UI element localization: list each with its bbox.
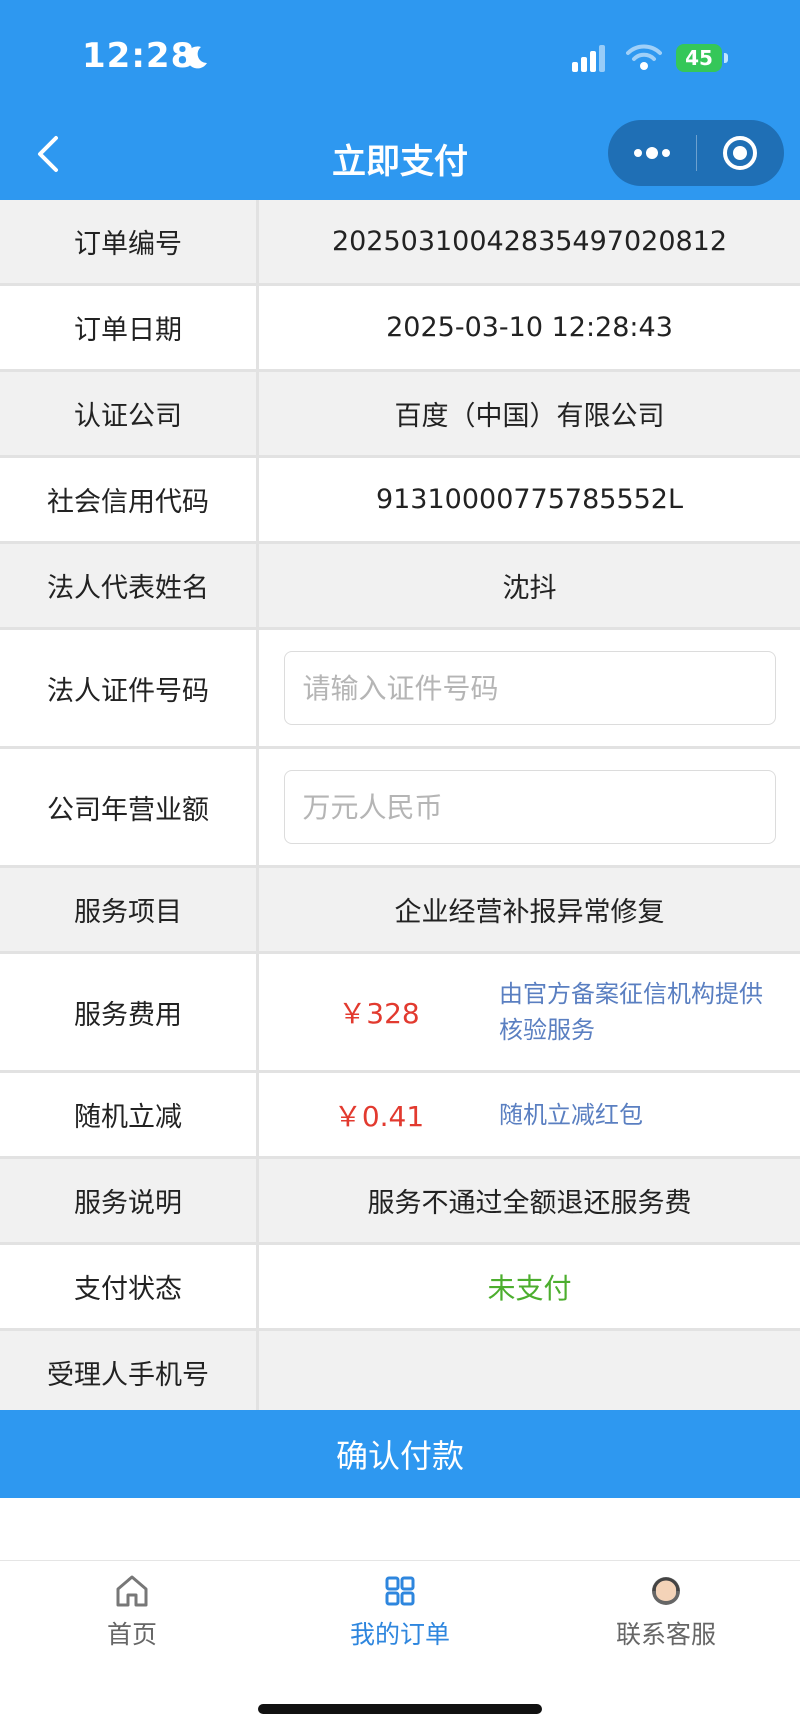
mini-program-capsule <box>608 120 784 186</box>
row-handler-phone: 受理人手机号 <box>0 1331 800 1413</box>
row-service-item: 服务项目 企业经营补报异常修复 <box>0 868 800 954</box>
row-label: 服务说明 <box>0 1159 259 1242</box>
wifi-icon <box>626 44 662 70</box>
row-label: 公司年营业额 <box>0 749 259 865</box>
battery-indicator: 45 <box>676 44 722 72</box>
random-discount-note: 随机立减红包 <box>499 1100 643 1129</box>
tab-customer-service[interactable]: 联系客服 <box>566 1571 766 1651</box>
tab-home[interactable]: 首页 <box>32 1571 232 1651</box>
row-credit-code: 社会信用代码 91310000775785552L <box>0 458 800 544</box>
row-company: 认证公司 百度（中国）有限公司 <box>0 372 800 458</box>
target-circle-icon <box>723 136 758 170</box>
more-button[interactable] <box>608 120 696 186</box>
order-date-value: 2025-03-10 12:28:43 <box>386 312 673 343</box>
confirm-payment-button[interactable]: 确认付款 <box>0 1410 800 1498</box>
status-time: 12:28 <box>82 36 196 76</box>
row-label: 订单编号 <box>0 200 259 283</box>
row-legal-rep: 法人代表姓名 沈抖 <box>0 544 800 630</box>
row-payment-status: 支付状态 未支付 <box>0 1245 800 1331</box>
row-label: 社会信用代码 <box>0 458 259 541</box>
row-label: 法人证件号码 <box>0 630 259 746</box>
row-random-discount: 随机立减 ￥0.41 随机立减红包 <box>0 1073 800 1159</box>
battery-tip <box>724 53 728 63</box>
row-label: 服务项目 <box>0 868 259 951</box>
random-discount-cell: ￥0.41 随机立减红包 <box>259 1073 800 1156</box>
credit-code-value: 91310000775785552L <box>375 484 684 515</box>
home-icon <box>116 1575 148 1607</box>
customer-service-icon <box>652 1577 680 1605</box>
moon-icon <box>186 46 207 69</box>
row-order-number: 订单编号 20250310042835497020812 <box>0 200 800 286</box>
home-indicator <box>258 1704 542 1714</box>
handler-phone-value <box>259 1331 800 1413</box>
close-mini-program-button[interactable] <box>697 120 785 186</box>
row-legal-id: 法人证件号码 <box>0 630 800 749</box>
row-order-date: 订单日期 2025-03-10 12:28:43 <box>0 286 800 372</box>
more-dots-icon <box>633 147 670 159</box>
grid-icon <box>385 1576 415 1606</box>
service-fee-price: ￥328 <box>338 997 420 1030</box>
payment-status-badge: 未支付 <box>487 1271 572 1305</box>
signal-icon <box>572 45 605 72</box>
legal-id-cell <box>259 630 800 746</box>
annual-revenue-cell <box>259 749 800 865</box>
service-fee-note: 由官方备案征信机构提供核验服务 <box>499 980 763 1044</box>
random-discount-price: ￥0.41 <box>333 1099 425 1133</box>
row-annual-revenue: 公司年营业额 <box>0 749 800 868</box>
tab-my-orders[interactable]: 我的订单 <box>300 1571 500 1651</box>
annual-revenue-input[interactable] <box>283 770 776 844</box>
row-label: 随机立减 <box>0 1073 259 1156</box>
row-label: 法人代表姓名 <box>0 544 259 627</box>
row-label: 服务费用 <box>0 954 259 1070</box>
legal-rep-value: 沈抖 <box>502 573 557 604</box>
service-description-value: 服务不通过全额退还服务费 <box>367 1188 692 1219</box>
payment-status-cell: 未支付 <box>259 1245 800 1328</box>
header-bar: 12:28 45 立即支付 <box>0 0 800 200</box>
order-number-value: 20250310042835497020812 <box>331 226 728 257</box>
battery-level: 45 <box>685 46 713 70</box>
order-table: 订单编号 20250310042835497020812 订单日期 2025-0… <box>0 200 800 1413</box>
service-fee-cell: ￥328 由官方备案征信机构提供核验服务 <box>259 954 800 1070</box>
company-value: 百度（中国）有限公司 <box>394 401 665 432</box>
row-label: 认证公司 <box>0 372 259 455</box>
bottom-tab-bar: 首页 我的订单 联系客服 <box>0 1560 800 1671</box>
row-label: 支付状态 <box>0 1245 259 1328</box>
row-label: 订单日期 <box>0 286 259 369</box>
id-number-input[interactable] <box>283 651 776 725</box>
service-item-value: 企业经营补报异常修复 <box>394 897 665 928</box>
row-service-fee: 服务费用 ￥328 由官方备案征信机构提供核验服务 <box>0 954 800 1073</box>
tab-label: 联系客服 <box>615 1620 716 1649</box>
tab-label: 我的订单 <box>349 1620 450 1649</box>
row-label: 受理人手机号 <box>0 1331 259 1413</box>
tab-label: 首页 <box>106 1620 157 1649</box>
row-service-description: 服务说明 服务不通过全额退还服务费 <box>0 1159 800 1245</box>
